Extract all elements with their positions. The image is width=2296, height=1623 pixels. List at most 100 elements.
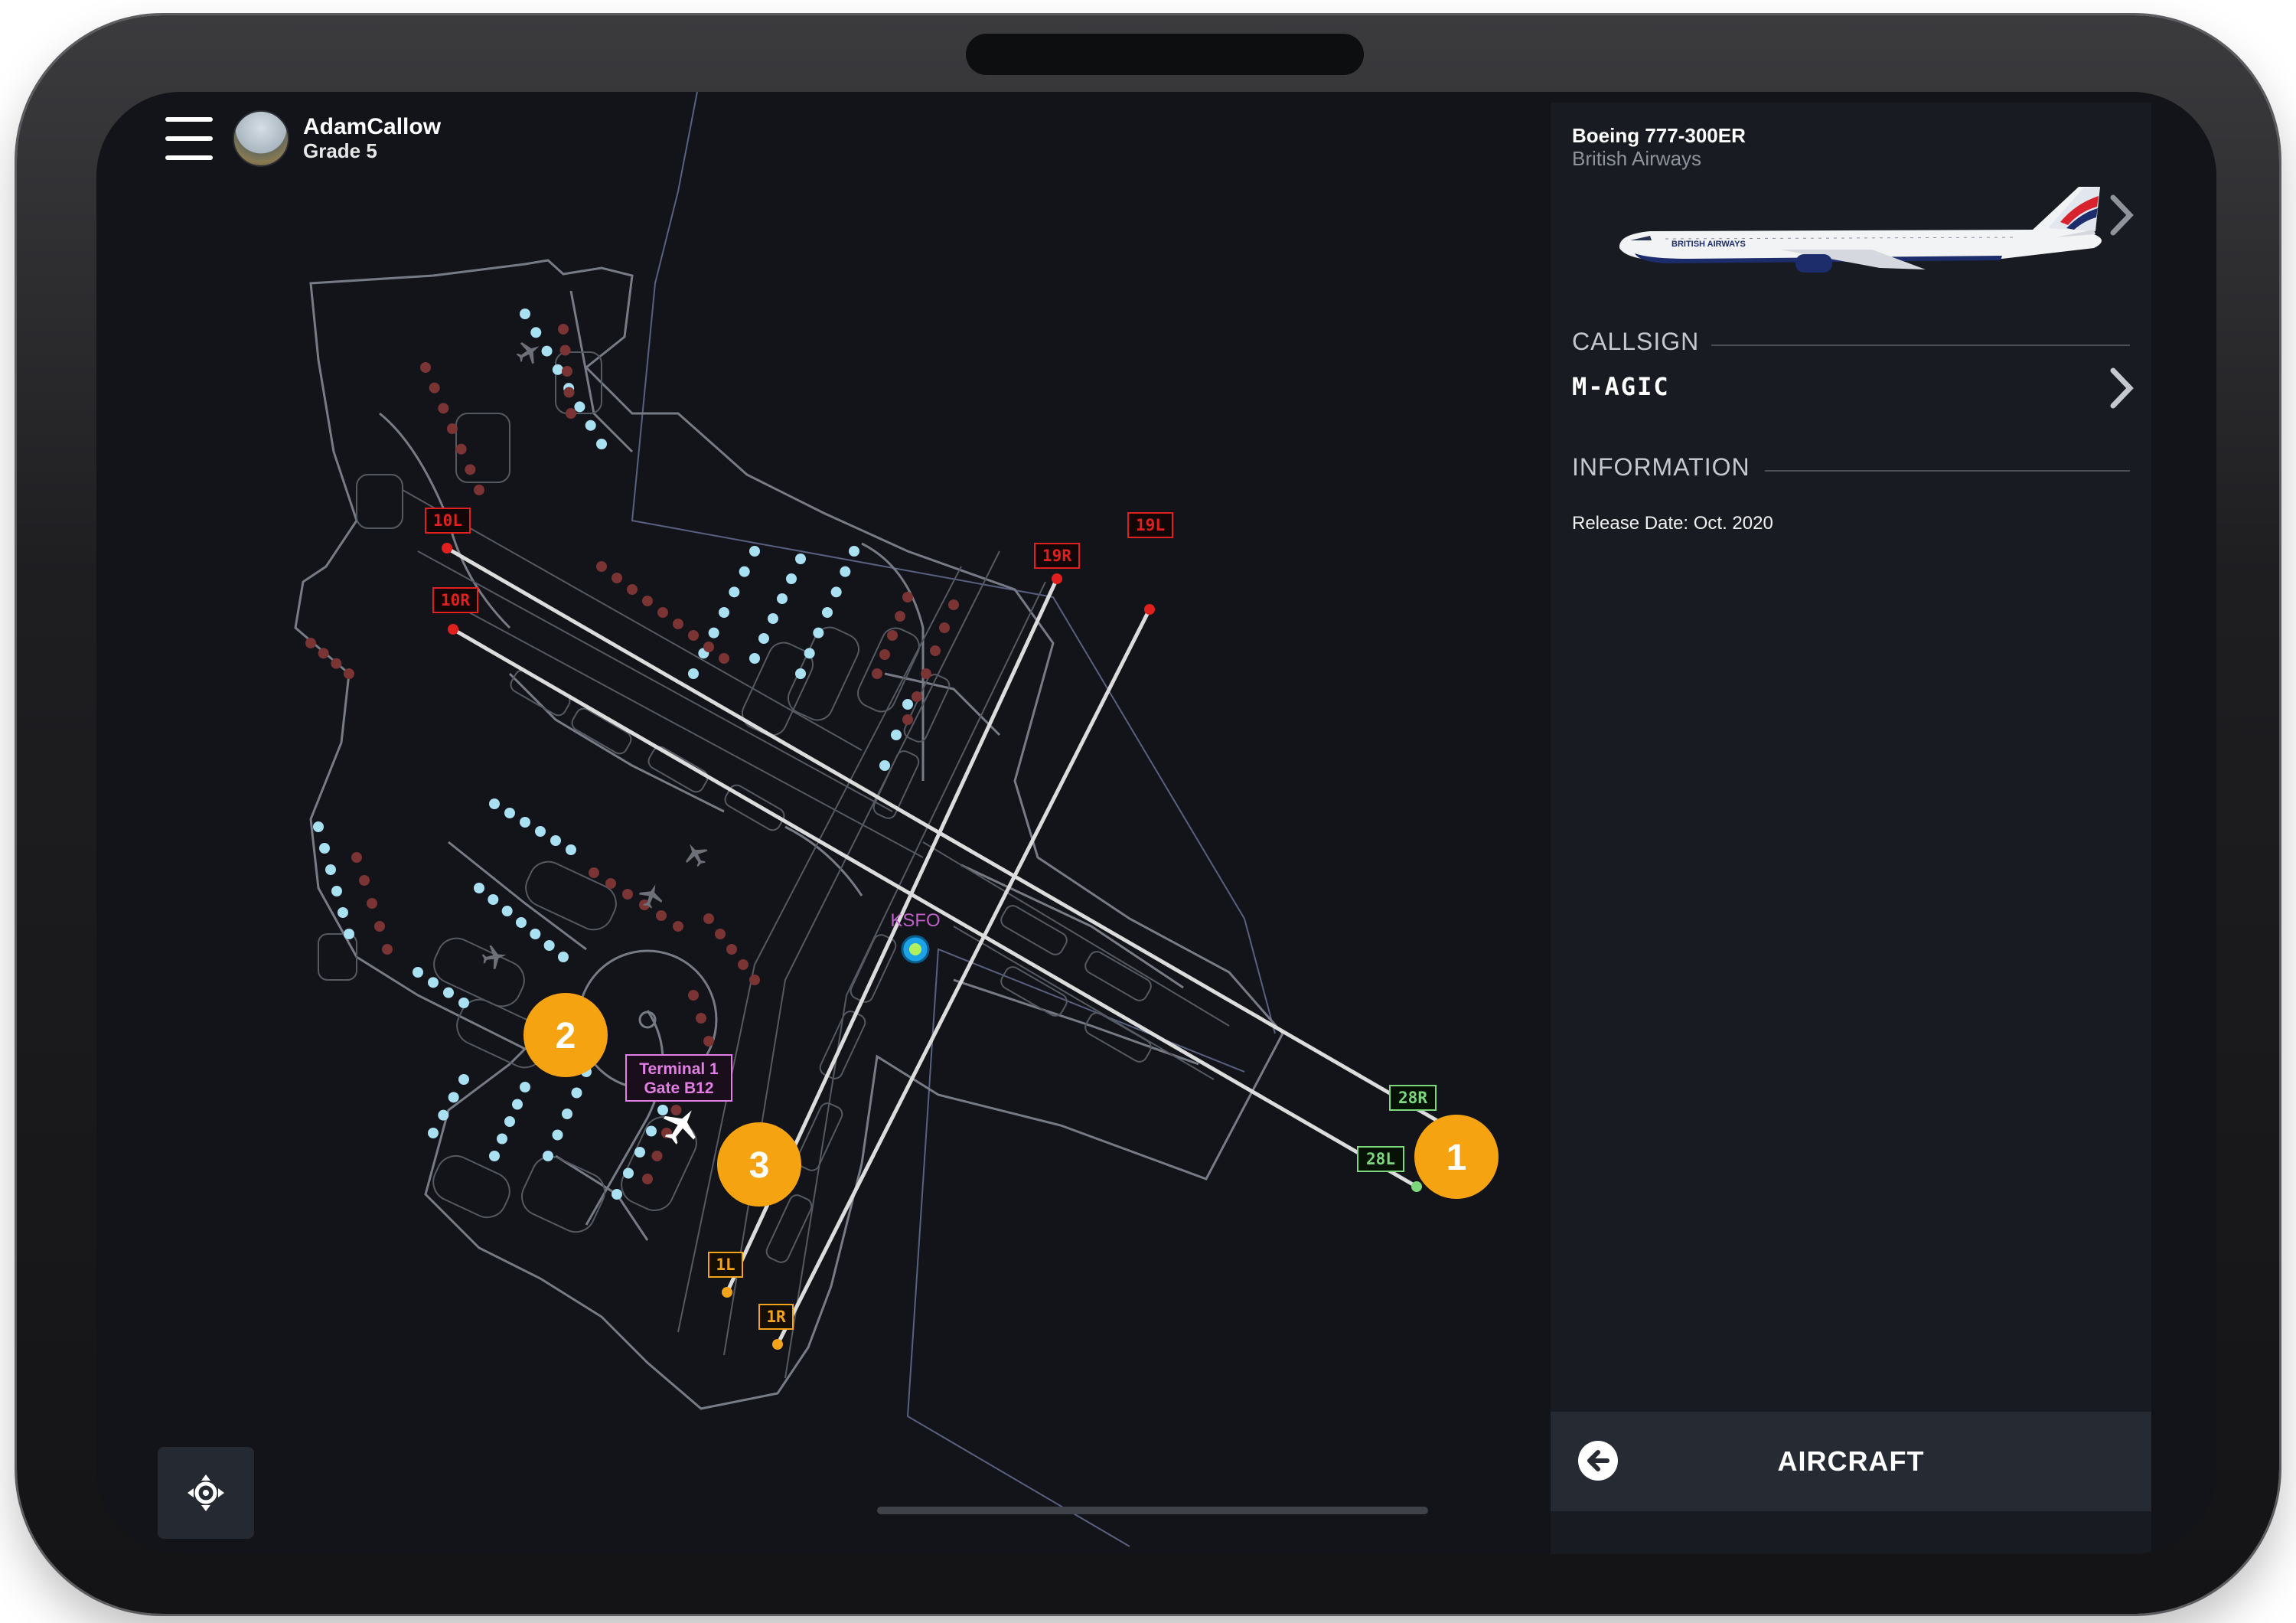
stand-dot (458, 1074, 469, 1085)
svg-text:2: 2 (556, 1016, 576, 1056)
traffic-aircraft-icon[interactable] (513, 336, 546, 369)
stand-dot (749, 653, 760, 664)
stand-dot (319, 843, 330, 854)
stand-dot (813, 627, 824, 638)
stand-dot (719, 653, 729, 664)
stand-dot (359, 875, 370, 886)
stand-dot (795, 668, 806, 679)
stand-dot (520, 817, 530, 828)
stand-dot (541, 345, 553, 357)
callsign-value[interactable]: M-AGIC (1572, 372, 1670, 401)
stand-dot (891, 730, 902, 740)
airport-outline (294, 259, 1284, 1410)
stand-dot (344, 668, 354, 679)
stand-dot (428, 1128, 439, 1138)
runway-label-19R: 19R (1034, 543, 1080, 569)
stand-dot (550, 835, 561, 846)
stand-dot (543, 940, 555, 951)
stand-dot (612, 1189, 622, 1200)
stand-dot (585, 420, 596, 431)
stand-dot (657, 1105, 668, 1115)
stand-dot (622, 889, 633, 900)
airport-reference-icon[interactable]: KSFO (890, 910, 941, 964)
menu-icon[interactable] (165, 117, 213, 160)
runway-label-1R: 1R (758, 1304, 794, 1330)
stand-dot (726, 944, 737, 955)
svg-text:10R: 10R (441, 591, 470, 609)
svg-text:28R: 28R (1398, 1089, 1427, 1107)
menu-bar (165, 117, 213, 122)
stand-dot (872, 668, 882, 679)
svg-text:3: 3 (749, 1145, 770, 1186)
recenter-button[interactable] (158, 1447, 254, 1539)
stand-dot (887, 630, 898, 641)
stand-dot (673, 921, 683, 932)
gate-label[interactable]: Terminal 1 Gate B12 (625, 1054, 732, 1102)
stand-dot (758, 633, 769, 644)
stand-dot (688, 990, 699, 1001)
stand-dot (895, 611, 905, 622)
user-info: AdamCallow Grade 5 (303, 114, 441, 163)
runway-thresholds (442, 543, 1453, 1350)
stand-dot (703, 1036, 714, 1047)
gate-label-terminal: Terminal 1 (639, 1060, 719, 1078)
stand-dot (703, 913, 714, 924)
stand-dot (574, 401, 585, 413)
svg-text:10L: 10L (433, 511, 462, 530)
svg-text:28L: 28L (1366, 1150, 1395, 1168)
stand-dot (489, 1151, 500, 1161)
stand-dot (382, 944, 393, 955)
stand-dot (688, 668, 699, 679)
stand-dot (530, 327, 542, 338)
stand-dot (447, 423, 458, 434)
stand-dot (840, 566, 851, 577)
aircraft-image[interactable]: BRITISH AIRWAYS (1604, 164, 2109, 294)
stand-dot (879, 649, 890, 660)
stand-dot (777, 593, 788, 604)
stand-dot (305, 638, 316, 648)
stand-dot (351, 852, 362, 863)
stand-dot (566, 844, 576, 855)
stand-dot (474, 883, 484, 893)
stand-dot (562, 1109, 572, 1119)
stand-dot (530, 929, 541, 939)
stand-dot (571, 1087, 582, 1099)
stand-dot (488, 894, 499, 905)
svg-text:1: 1 (1446, 1138, 1467, 1178)
stand-dot (438, 1109, 449, 1121)
tutorial-marker-1[interactable]: 1 (1414, 1115, 1499, 1199)
stand-dot (673, 619, 683, 629)
stand-dot (455, 443, 467, 455)
aircraft-tab-bar[interactable]: AIRCRAFT (1551, 1412, 2151, 1511)
user-name: AdamCallow (303, 113, 442, 139)
runways (445, 546, 1450, 1347)
stand-dot (512, 1099, 523, 1110)
tutorial-marker-3[interactable]: 3 (717, 1122, 801, 1207)
stand-dot (443, 987, 454, 998)
stand-dot (634, 1147, 645, 1158)
avatar[interactable] (233, 110, 289, 167)
tutorial-marker-2[interactable]: 2 (523, 993, 608, 1077)
stand-dot (738, 959, 748, 970)
back-arrow-icon[interactable] (1577, 1439, 1619, 1482)
callsign-label: CALLSIGN (1572, 328, 1700, 355)
stand-dot (902, 714, 913, 725)
stand-dot (902, 699, 913, 710)
stand-dot (822, 607, 833, 618)
home-indicator[interactable] (877, 1507, 1428, 1514)
stand-dot (501, 906, 513, 916)
stand-dot (739, 566, 750, 577)
stand-dot (367, 898, 377, 909)
traffic-aircraft-icon[interactable] (680, 838, 713, 871)
airport-map[interactable]: 10L 10R 19R 19L 28R 28L 1L 1R KSFO Termi… (96, 92, 1551, 1554)
front-camera (966, 34, 1364, 75)
stand-dot (543, 1151, 553, 1161)
stand-dot (670, 1105, 682, 1115)
traffic-aircraft-icon[interactable] (481, 943, 508, 971)
callsign-chevron-right-icon[interactable] (2108, 367, 2135, 409)
svg-text:19R: 19R (1042, 547, 1071, 565)
stand-dot (438, 403, 449, 414)
aircraft-chevron-right-icon[interactable] (2108, 194, 2135, 236)
stand-dot (656, 910, 667, 921)
runway-label-10L: 10L (425, 508, 471, 534)
